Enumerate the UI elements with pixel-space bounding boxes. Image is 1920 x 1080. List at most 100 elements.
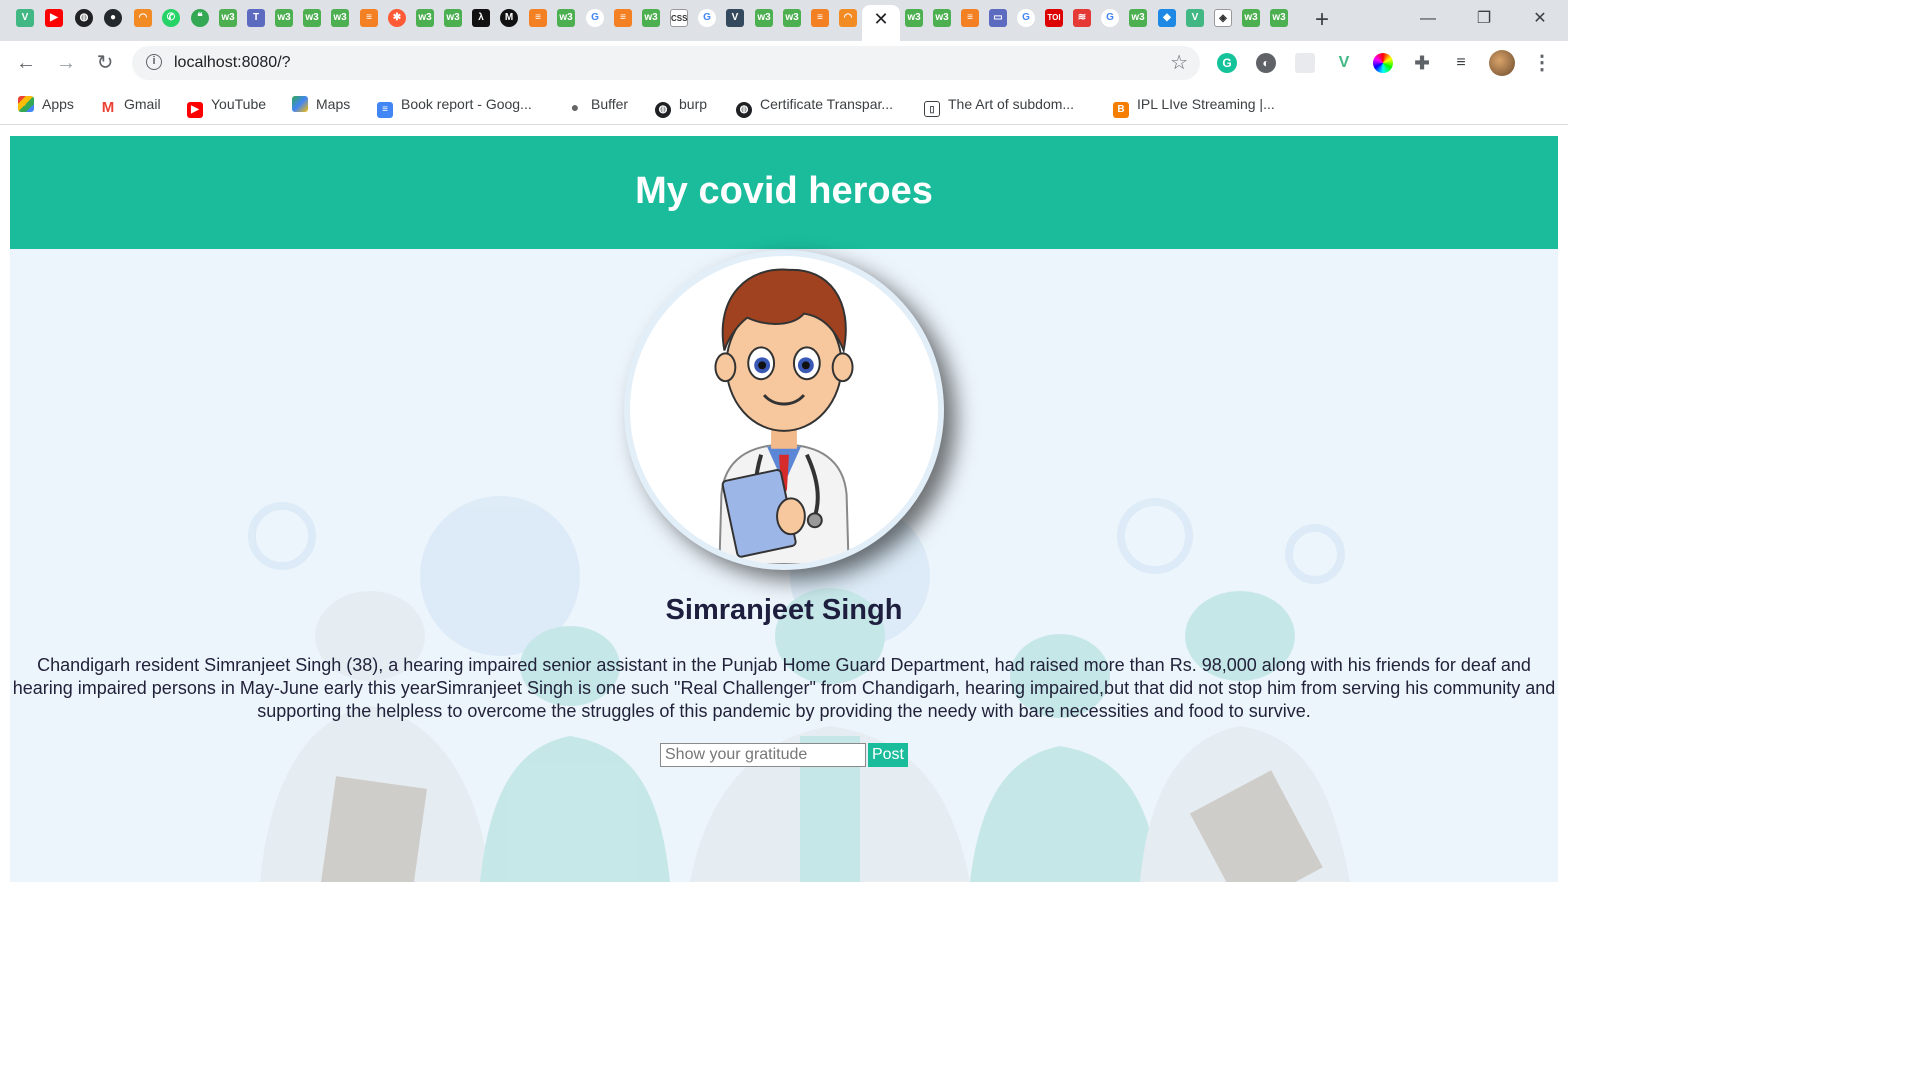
- w3-tab-icon[interactable]: w3: [557, 9, 575, 27]
- bookmark-buffer[interactable]: ● Buffer: [567, 94, 628, 115]
- bookmark-label: Certificate Transpar...: [760, 96, 894, 112]
- stackoverflow-tab-icon[interactable]: ≡: [529, 9, 547, 27]
- maps-icon: [292, 96, 308, 112]
- bookmark-maps[interactable]: Maps: [292, 94, 350, 114]
- google-tab-icon[interactable]: G: [1017, 9, 1035, 27]
- w3-tab-icon[interactable]: w3: [755, 9, 773, 27]
- minimize-button[interactable]: —: [1410, 6, 1446, 32]
- vue-tab-icon[interactable]: V: [16, 9, 34, 27]
- w3-tab-icon[interactable]: w3: [933, 9, 951, 27]
- hero-avatar: [624, 250, 944, 570]
- t-tab-icon[interactable]: T: [247, 9, 265, 27]
- globe-tab-icon[interactable]: ◍: [75, 9, 93, 27]
- bookmark-label: Apps: [42, 96, 74, 112]
- slides-tab-icon[interactable]: ▭: [989, 9, 1007, 27]
- w3-tab-icon[interactable]: w3: [1242, 9, 1260, 27]
- w3-tab-icon[interactable]: w3: [416, 9, 434, 27]
- lambda-tab-icon[interactable]: λ: [472, 9, 490, 27]
- rainbow-tab-icon[interactable]: ◠: [134, 9, 152, 27]
- vue-tab-icon[interactable]: V: [1186, 9, 1204, 27]
- profile-avatar[interactable]: [1489, 50, 1515, 76]
- site-info-icon[interactable]: i: [146, 54, 162, 70]
- chat-tab-icon[interactable]: ❝: [191, 9, 209, 27]
- bookmark-book-report[interactable]: ≡ Book report - Goog...: [377, 94, 532, 118]
- address-bar[interactable]: i localhost:8080/? ☆: [132, 46, 1200, 80]
- w3-tab-icon[interactable]: w3: [783, 9, 801, 27]
- stackoverflow-tab-icon[interactable]: ≡: [360, 9, 378, 27]
- google-docs-icon: ≡: [377, 102, 393, 118]
- css3-tab-icon[interactable]: CSS: [670, 9, 688, 27]
- stackoverflow-tab-icon[interactable]: ≡: [811, 9, 829, 27]
- w3-tab-icon[interactable]: w3: [303, 9, 321, 27]
- blank-extension-icon[interactable]: [1295, 53, 1315, 73]
- github-tab-icon[interactable]: ●: [104, 9, 122, 27]
- w3-tab-icon[interactable]: w3: [905, 9, 923, 27]
- back-arrow-icon[interactable]: ←: [12, 49, 40, 77]
- google-tab-icon[interactable]: G: [698, 9, 716, 27]
- bookmark-label: burp: [679, 96, 708, 112]
- whatsapp-tab-icon[interactable]: ✆: [162, 9, 180, 27]
- chat-bubble-tab-icon[interactable]: ◆: [1158, 9, 1176, 27]
- stackoverflow-tab-icon[interactable]: ≡: [961, 9, 979, 27]
- media-queue-icon[interactable]: ≡: [1451, 53, 1471, 73]
- bookmark-burp[interactable]: ◍ burp: [655, 94, 708, 118]
- bookmark-label: Book report - Goog...: [401, 96, 532, 112]
- book-icon: ▯: [924, 101, 940, 117]
- reload-icon[interactable]: ↻: [91, 49, 119, 77]
- bookmark-youtube[interactable]: ▶ YouTube: [187, 94, 267, 118]
- google-tab-icon[interactable]: G: [586, 9, 604, 27]
- w3-tab-icon[interactable]: w3: [275, 9, 293, 27]
- medium-tab-icon[interactable]: M: [500, 9, 518, 27]
- rainbow-tab-icon[interactable]: ◠: [839, 9, 857, 27]
- google-tab-icon[interactable]: G: [1101, 9, 1119, 27]
- stackoverflow-tab-icon[interactable]: ≡: [614, 9, 632, 27]
- browser-toolbar: ← → ↻ i localhost:8080/? ☆ G ◐ V ✚ ≡ ⋮: [0, 41, 1568, 86]
- w3-tab-icon[interactable]: w3: [1270, 9, 1288, 27]
- gmail-icon: M: [100, 99, 116, 116]
- extensions-puzzle-icon[interactable]: ✚: [1412, 53, 1432, 73]
- page-content: My covid heroes Simranjeet Singh Chandig…: [10, 136, 1558, 882]
- hero-description: Chandigarh resident Simranjeet Singh (38…: [12, 655, 1556, 721]
- w3-tab-icon[interactable]: w3: [331, 9, 349, 27]
- globe-icon: ◍: [736, 102, 752, 118]
- post-button[interactable]: Post: [868, 743, 908, 767]
- bookmark-ipl-live[interactable]: B IPL LIve Streaming |...: [1113, 94, 1275, 118]
- bookmark-gmail[interactable]: M Gmail: [100, 94, 161, 116]
- blogger-icon: B: [1113, 102, 1129, 118]
- vue-tab-icon[interactable]: V: [726, 9, 744, 27]
- apple-icon: ●: [567, 99, 583, 115]
- forward-arrow-icon[interactable]: →: [52, 49, 80, 77]
- page-header: My covid heroes: [10, 136, 1558, 249]
- vue-devtools-icon[interactable]: V: [1334, 53, 1354, 73]
- restore-button[interactable]: ❐: [1466, 6, 1502, 32]
- close-tab-icon[interactable]: ✕: [872, 9, 890, 29]
- w3-tab-icon[interactable]: w3: [642, 9, 660, 27]
- dark-mode-icon[interactable]: ◐: [1256, 53, 1276, 73]
- new-tab-button[interactable]: +: [1311, 8, 1333, 32]
- apps-grid-icon: [18, 96, 34, 112]
- bookmark-star-icon[interactable]: ☆: [1170, 50, 1188, 75]
- stripes-tab-icon[interactable]: ≋: [1073, 9, 1091, 27]
- bookmark-certificate-transparency[interactable]: ◍ Certificate Transpar...: [736, 94, 894, 118]
- doctor-illustration: [714, 268, 854, 564]
- w3-tab-icon[interactable]: w3: [444, 9, 462, 27]
- w3-tab-icon[interactable]: w3: [219, 9, 237, 27]
- youtube-icon: ▶: [187, 102, 203, 118]
- youtube-tab-icon[interactable]: ▶: [45, 9, 63, 27]
- url-text[interactable]: localhost:8080/?: [174, 54, 291, 72]
- window-close-button[interactable]: ✕: [1522, 6, 1558, 32]
- hero-name: Simranjeet Singh: [665, 594, 903, 626]
- toi-tab-icon[interactable]: TOI: [1045, 9, 1063, 27]
- diamond-tab-icon[interactable]: ◈: [1214, 9, 1232, 27]
- grammarly-icon[interactable]: G: [1217, 53, 1237, 73]
- gratitude-input[interactable]: [660, 743, 866, 767]
- bookmark-apps[interactable]: Apps: [18, 94, 74, 114]
- bookmark-label: YouTube: [211, 96, 267, 112]
- bookmark-art-of-subdomain[interactable]: ▯ The Art of subdom...: [924, 94, 1074, 117]
- bookmark-label: IPL LIve Streaming |...: [1137, 96, 1275, 112]
- w3-tab-icon[interactable]: w3: [1129, 9, 1147, 27]
- chrome-menu-icon[interactable]: ⋮: [1532, 51, 1552, 75]
- color-picker-icon[interactable]: [1373, 53, 1393, 73]
- asterisk-tab-icon[interactable]: ✱: [388, 9, 406, 27]
- bookmark-label: Maps: [316, 96, 351, 112]
